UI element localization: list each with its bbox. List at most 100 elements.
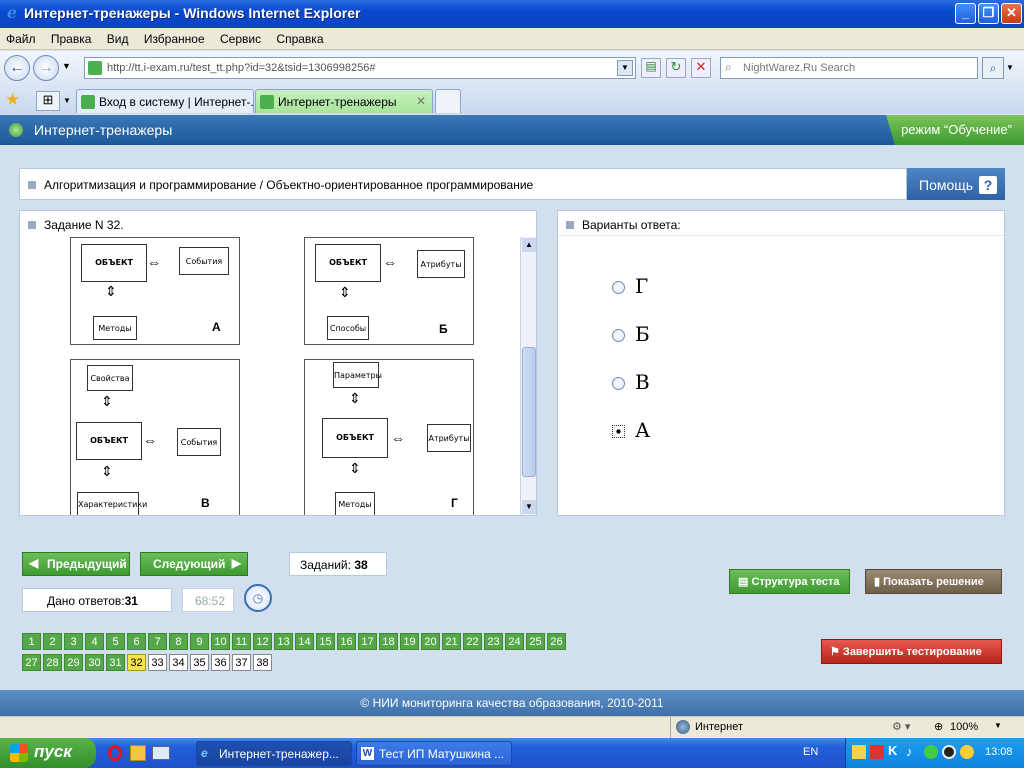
question-number[interactable]: 16 [337, 633, 356, 650]
structure-button[interactable]: ▤ Структура теста [729, 569, 850, 594]
question-number[interactable]: 3 [64, 633, 83, 650]
show-desktop-icon[interactable] [152, 746, 170, 760]
question-number[interactable]: 20 [421, 633, 440, 650]
question-number[interactable]: 33 [148, 654, 167, 671]
question-number[interactable]: 11 [232, 633, 251, 650]
tray-update-icon[interactable] [960, 745, 974, 759]
address-dropdown-icon[interactable]: ▼ [617, 60, 633, 76]
zoom-level[interactable]: 100% [950, 721, 978, 733]
answer-option-selected[interactable]: А [612, 418, 650, 448]
question-number[interactable]: 4 [85, 633, 104, 650]
favorites-star-icon[interactable]: ★ [5, 90, 20, 110]
tray-network-icon[interactable] [924, 745, 938, 759]
quick-tabs-icon[interactable]: ⊞ [36, 91, 60, 111]
zoom-icon[interactable]: ⊕ [934, 720, 943, 733]
question-number[interactable]: 14 [295, 633, 314, 650]
question-number[interactable]: 13 [274, 633, 293, 650]
zoom-dropdown-icon[interactable]: ▼ [994, 721, 1002, 730]
radio-icon[interactable] [612, 377, 625, 390]
search-options-icon[interactable]: ▼ [1006, 63, 1014, 72]
question-number[interactable]: 8 [169, 633, 188, 650]
menu-tools[interactable]: Сервис [214, 28, 267, 50]
question-number[interactable]: 12 [253, 633, 272, 650]
question-number[interactable]: 28 [43, 654, 62, 671]
question-number[interactable]: 2 [43, 633, 62, 650]
menu-view[interactable]: Вид [101, 28, 135, 50]
question-number[interactable]: 35 [190, 654, 209, 671]
question-number[interactable]: 5 [106, 633, 125, 650]
taskbar-item-word[interactable]: W Тест ИП Матушкина ... [356, 741, 512, 766]
question-number[interactable]: 1 [22, 633, 41, 650]
question-number[interactable]: 29 [64, 654, 83, 671]
question-number[interactable]: 6 [127, 633, 146, 650]
answer-option[interactable]: В [612, 370, 650, 400]
menu-help[interactable]: Справка [270, 28, 329, 50]
volume-icon[interactable]: ♪ [906, 744, 913, 759]
language-indicator[interactable]: EN [803, 746, 818, 758]
refresh-icon[interactable]: ↻ [666, 58, 686, 78]
close-button[interactable]: ✕ [1001, 3, 1022, 24]
start-button[interactable]: пуск [0, 738, 96, 768]
opera-icon[interactable] [108, 745, 122, 761]
show-solution-button[interactable]: ▮ Показать решение [865, 569, 1002, 594]
radio-icon[interactable] [612, 281, 625, 294]
tab-close-icon[interactable]: ✕ [416, 94, 426, 108]
question-number[interactable]: 30 [85, 654, 104, 671]
question-number[interactable]: 25 [526, 633, 545, 650]
question-number[interactable]: 32 [127, 654, 146, 671]
back-icon[interactable]: ← [4, 55, 30, 81]
question-number[interactable]: 37 [232, 654, 251, 671]
new-tab-button[interactable] [435, 89, 461, 113]
question-number[interactable]: 9 [190, 633, 209, 650]
question-number[interactable]: 36 [211, 654, 230, 671]
menu-file[interactable]: Файл [0, 28, 42, 50]
question-number[interactable]: 24 [505, 633, 524, 650]
tray-app-icon[interactable] [852, 745, 866, 759]
address-input[interactable]: http://tt.i-exam.ru/test_tt.php?id=32&ts… [84, 57, 636, 79]
question-number[interactable]: 38 [253, 654, 272, 671]
history-dropdown-icon[interactable]: ▼ [62, 61, 71, 71]
answer-option[interactable]: Г [612, 274, 648, 304]
scroll-thumb[interactable] [522, 347, 536, 477]
question-number[interactable]: 7 [148, 633, 167, 650]
tab-list-icon[interactable]: ▼ [63, 96, 71, 105]
question-number[interactable]: 17 [358, 633, 377, 650]
help-button[interactable]: Помощь? [907, 168, 1005, 200]
question-number[interactable]: 23 [484, 633, 503, 650]
question-number[interactable]: 26 [547, 633, 566, 650]
prev-button[interactable]: ◀ Предыдущий [22, 552, 130, 576]
question-number[interactable]: 21 [442, 633, 461, 650]
question-number[interactable]: 27 [22, 654, 41, 671]
question-number[interactable]: 18 [379, 633, 398, 650]
menu-favorites[interactable]: Избранное [138, 28, 211, 50]
protected-mode-icon[interactable]: ⚙ ▾ [892, 720, 910, 733]
next-button[interactable]: Следующий ▶ [140, 552, 248, 576]
question-number[interactable]: 31 [106, 654, 125, 671]
tray-media-icon[interactable] [942, 745, 956, 759]
finish-button[interactable]: ⚑ Завершить тестирование [821, 639, 1002, 664]
taskbar-item-ie[interactable]: e Интернет-тренажер... [196, 741, 352, 766]
task-scrollbar[interactable]: ▲ ▼ [520, 237, 536, 515]
question-number[interactable]: 22 [463, 633, 482, 650]
maximize-button[interactable]: ❐ [978, 3, 999, 24]
tray-k-icon[interactable]: K [888, 743, 897, 758]
scroll-down-icon[interactable]: ▼ [522, 500, 536, 514]
radio-selected-icon[interactable] [612, 425, 625, 438]
tab-trainers-active[interactable]: Интернет-тренажеры ✕ [255, 89, 433, 113]
scroll-up-icon[interactable]: ▲ [522, 238, 536, 252]
menu-edit[interactable]: Правка [45, 28, 98, 50]
question-number[interactable]: 19 [400, 633, 419, 650]
minimize-button[interactable]: _ [955, 3, 976, 24]
tray-antivirus-icon[interactable] [870, 745, 884, 759]
search-input[interactable]: ⌕ NightWarez.Ru Search [720, 57, 978, 79]
search-icon[interactable]: ⌕ [982, 57, 1004, 79]
forward-icon[interactable]: → [33, 55, 59, 81]
question-number[interactable]: 10 [211, 633, 230, 650]
radio-icon[interactable] [612, 329, 625, 342]
compat-view-icon[interactable]: ▤ [641, 58, 661, 78]
question-number[interactable]: 15 [316, 633, 335, 650]
answer-option[interactable]: Б [612, 322, 650, 352]
quicklaunch-icon[interactable] [130, 745, 146, 761]
question-number[interactable]: 34 [169, 654, 188, 671]
tab-login[interactable]: Вход в систему | Интернет-... [76, 89, 254, 113]
